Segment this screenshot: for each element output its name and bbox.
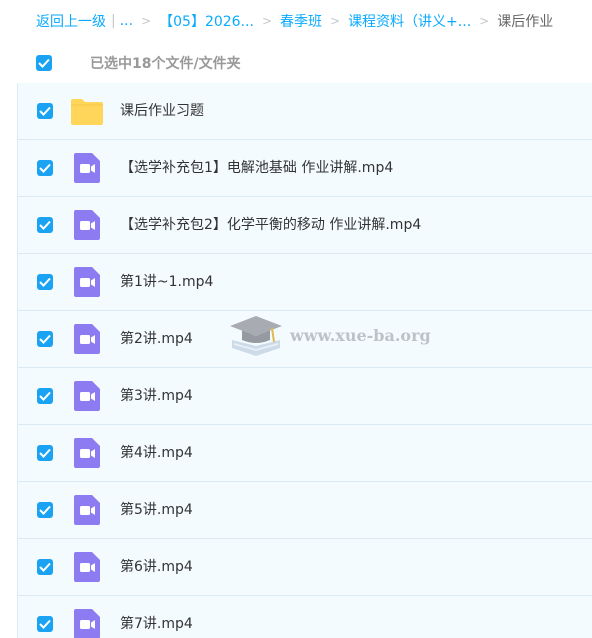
video-file-icon	[70, 151, 104, 185]
breadcrumb: 返回上一级 | ... > 【05】2026... > 春季班 > 课程资料（讲…	[36, 10, 592, 32]
file-row[interactable]: 第2讲.mp4	[18, 311, 592, 368]
checkmark-icon	[39, 448, 51, 458]
file-row[interactable]: 第6讲.mp4	[18, 539, 592, 596]
file-name[interactable]: 第6讲.mp4	[120, 539, 193, 595]
checkmark-icon	[39, 220, 51, 230]
row-checkbox[interactable]	[37, 274, 53, 290]
checkmark-icon	[39, 277, 51, 287]
file-name[interactable]: 课后作业习题	[120, 83, 204, 139]
breadcrumb-current: 课后作业	[497, 14, 554, 30]
file-row[interactable]: 第5讲.mp4	[18, 482, 592, 539]
row-checkbox[interactable]	[37, 388, 53, 404]
chevron-right-icon: >	[261, 14, 272, 28]
checkmark-icon	[39, 505, 51, 515]
chevron-right-icon: >	[479, 14, 490, 28]
row-checkbox[interactable]	[37, 160, 53, 176]
video-file-icon	[70, 208, 104, 242]
breadcrumb-item[interactable]: 【05】2026...	[159, 11, 254, 31]
breadcrumb-item[interactable]: 春季班	[280, 11, 322, 31]
row-checkbox[interactable]	[37, 331, 53, 347]
video-file-icon	[70, 607, 104, 638]
folder-icon	[70, 94, 104, 128]
select-all-checkbox[interactable]	[36, 55, 52, 71]
video-file-icon	[70, 436, 104, 470]
file-name[interactable]: 第3讲.mp4	[120, 368, 193, 424]
file-name[interactable]: 第2讲.mp4	[120, 311, 193, 367]
video-file-icon	[70, 322, 104, 356]
breadcrumb-ellipsis[interactable]: ...	[120, 13, 133, 29]
file-row[interactable]: 课后作业习题	[18, 83, 592, 140]
row-checkbox[interactable]	[37, 616, 53, 632]
file-name[interactable]: 第4讲.mp4	[120, 425, 193, 481]
row-checkbox[interactable]	[37, 217, 53, 233]
file-name[interactable]: 第1讲~1.mp4	[120, 254, 213, 310]
row-checkbox[interactable]	[37, 559, 53, 575]
video-file-icon	[70, 493, 104, 527]
file-row[interactable]: 【选学补充包1】电解池基础 作业讲解.mp4	[18, 140, 592, 197]
file-row[interactable]: 第1讲~1.mp4	[18, 254, 592, 311]
file-list: 课后作业习题 【选学补充包1】电解池基础 作业讲解.mp4 【选学补充包2】化学平衡…	[17, 83, 592, 638]
file-name[interactable]: 【选学补充包2】化学平衡的移动 作业讲解.mp4	[120, 197, 421, 253]
file-name[interactable]: 第5讲.mp4	[120, 482, 193, 538]
back-link[interactable]: 返回上一级	[36, 11, 106, 31]
checkmark-icon	[38, 58, 50, 68]
file-name[interactable]: 【选学补充包1】电解池基础 作业讲解.mp4	[120, 140, 393, 196]
row-checkbox[interactable]	[37, 502, 53, 518]
checkmark-icon	[39, 163, 51, 173]
video-file-icon	[70, 379, 104, 413]
checkmark-icon	[39, 562, 51, 572]
breadcrumb-divider: |	[111, 13, 116, 29]
file-row[interactable]: 【选学补充包2】化学平衡的移动 作业讲解.mp4	[18, 197, 592, 254]
file-row[interactable]: 第4讲.mp4	[18, 425, 592, 482]
selection-bar: 已选中18个文件/文件夹	[36, 50, 576, 76]
checkmark-icon	[39, 334, 51, 344]
chevron-right-icon: >	[141, 14, 152, 28]
checkmark-icon	[39, 106, 51, 116]
row-checkbox[interactable]	[37, 103, 53, 119]
selection-count: 已选中18个文件/文件夹	[90, 56, 241, 72]
checkmark-icon	[39, 391, 51, 401]
video-file-icon	[70, 265, 104, 299]
file-row[interactable]: 第3讲.mp4	[18, 368, 592, 425]
breadcrumb-item[interactable]: 课程资料（讲义+...	[348, 11, 471, 31]
file-name[interactable]: 第7讲.mp4	[120, 596, 193, 638]
video-file-icon	[70, 550, 104, 584]
chevron-right-icon: >	[330, 14, 341, 28]
checkmark-icon	[39, 619, 51, 629]
row-checkbox[interactable]	[37, 445, 53, 461]
file-row[interactable]: 第7讲.mp4	[18, 596, 592, 638]
